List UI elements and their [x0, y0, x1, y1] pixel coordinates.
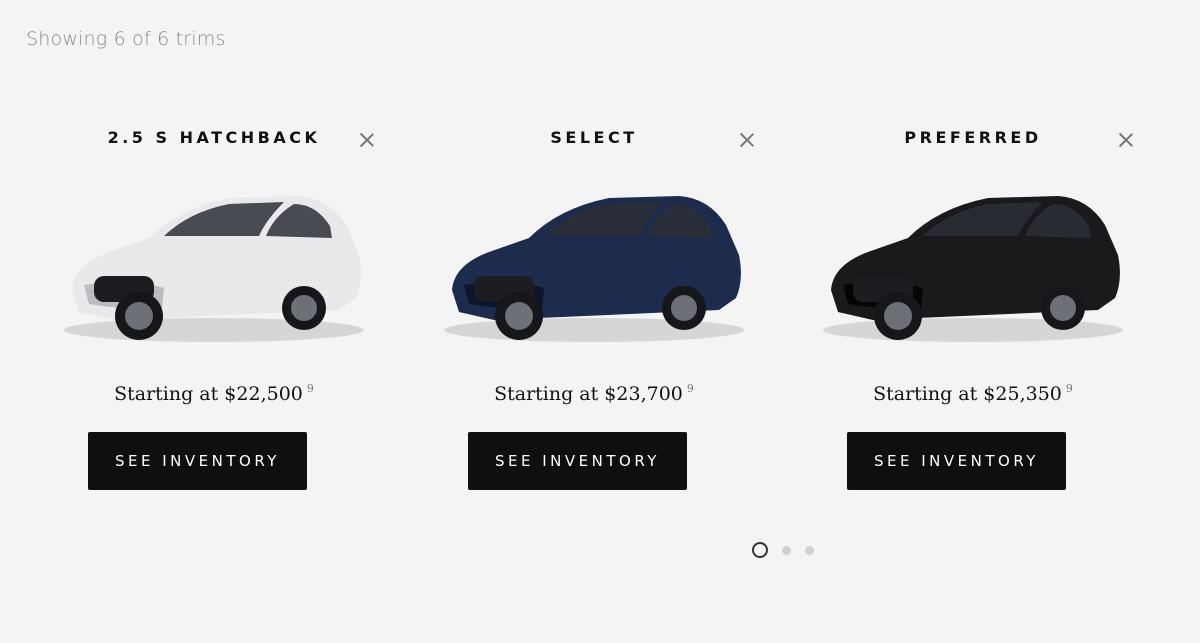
pagination-dot[interactable] — [805, 545, 814, 555]
trim-title: PREFERRED — [904, 128, 1042, 147]
car-image — [64, 196, 364, 342]
footnote-marker[interactable]: 9 — [1066, 382, 1073, 395]
trim-price: Starting at $25,350 9 — [783, 382, 1163, 405]
trim-count: Showing 6 of 6 trims — [26, 28, 226, 50]
carousel-pagination — [752, 542, 814, 558]
see-inventory-button[interactable]: SEE INVENTORY — [468, 432, 687, 490]
trim-title: SELECT — [550, 128, 638, 147]
trim-card: PREFERRED Starting at $25,350 9 SEE INVEN… — [783, 120, 1163, 500]
car-image — [823, 196, 1123, 342]
trim-title: 2.5 S HATCHBACK — [107, 128, 321, 147]
car-image — [444, 196, 744, 342]
pagination-dot[interactable] — [782, 545, 791, 555]
close-icon[interactable] — [358, 131, 376, 149]
see-inventory-button[interactable]: SEE INVENTORY — [88, 432, 307, 490]
price-text: Starting at $25,350 — [873, 383, 1062, 405]
footnote-marker[interactable]: 9 — [687, 382, 694, 395]
trim-price: Starting at $23,700 9 — [404, 382, 784, 405]
pagination-dot[interactable] — [752, 542, 768, 558]
see-inventory-button[interactable]: SEE INVENTORY — [847, 432, 1066, 490]
close-icon[interactable] — [1117, 131, 1135, 149]
trim-card: 2.5 S HATCHBACK Starting at $22,500 9 SEE… — [24, 120, 404, 500]
footnote-marker[interactable]: 9 — [307, 382, 314, 395]
close-icon[interactable] — [738, 131, 756, 149]
trim-card: SELECT Starting at $23,700 9 SEE INVENTOR… — [404, 120, 784, 500]
price-text: Starting at $22,500 — [114, 383, 303, 405]
trim-price: Starting at $22,500 9 — [24, 382, 404, 405]
price-text: Starting at $23,700 — [494, 383, 683, 405]
